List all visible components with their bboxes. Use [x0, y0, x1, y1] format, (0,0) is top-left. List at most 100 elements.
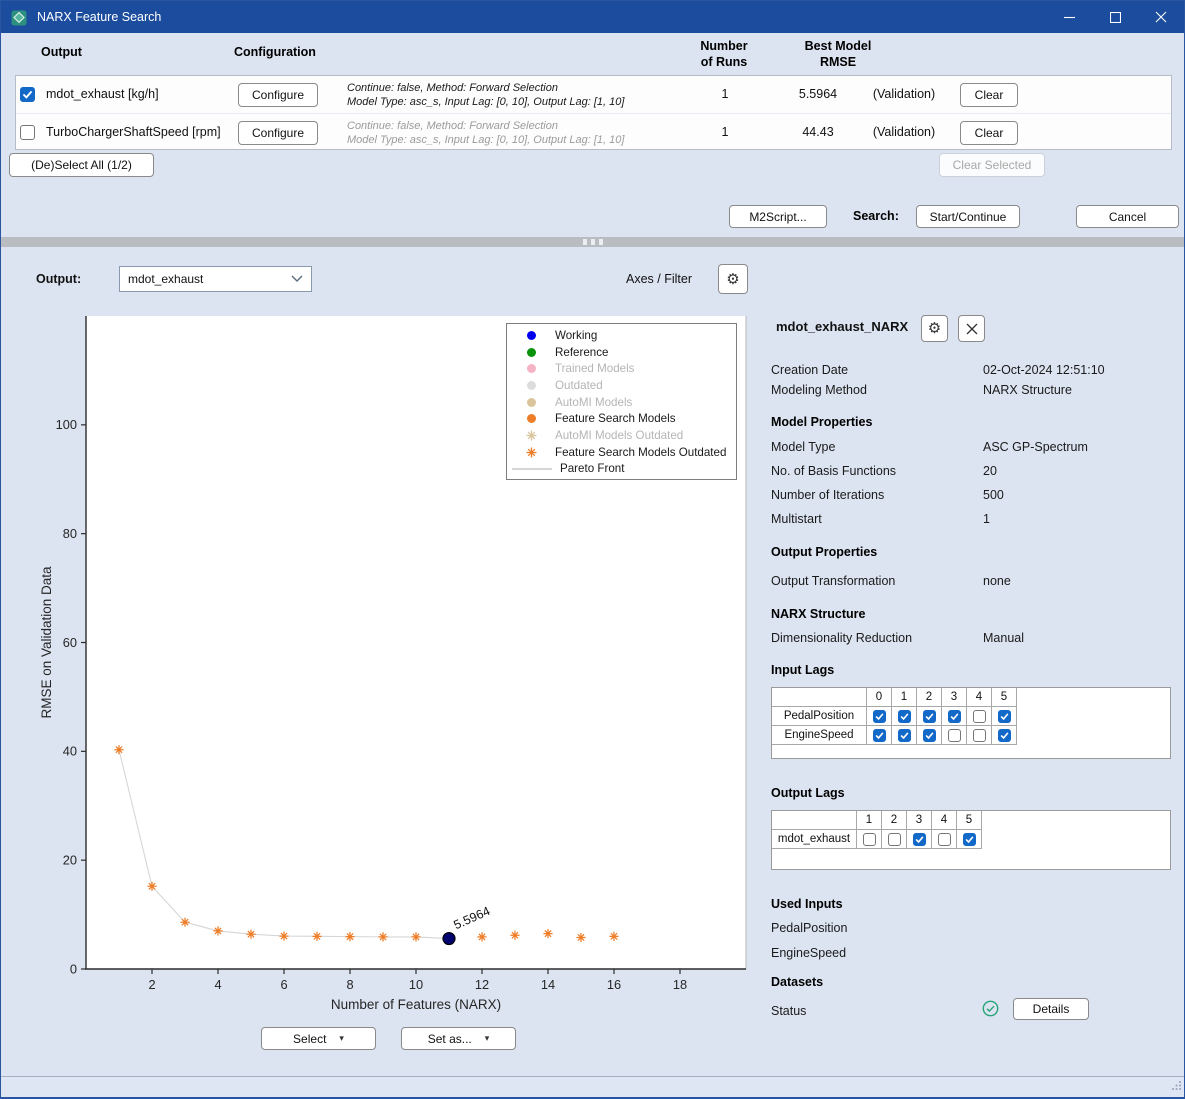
app-icon	[11, 9, 28, 26]
model-point[interactable]	[609, 932, 618, 941]
property-value: 20	[983, 464, 997, 478]
lag-cell	[992, 707, 1017, 726]
lag-checkbox[interactable]	[913, 833, 926, 846]
legend-entry: Working	[507, 327, 736, 344]
model-point[interactable]	[345, 932, 354, 941]
output-row-checkbox[interactable]	[20, 125, 35, 140]
section-heading: NARX Structure	[771, 607, 865, 621]
minimize-button[interactable]	[1046, 1, 1092, 33]
output-name: TurboChargerShaftSpeed [rpm]	[46, 114, 221, 151]
set-as-dropdown-button[interactable]: Set as... ▾	[401, 1027, 516, 1050]
maximize-button[interactable]	[1092, 1, 1138, 33]
model-point[interactable]	[114, 745, 123, 754]
legend-entry: AutoMI Models	[507, 394, 736, 411]
close-button[interactable]	[1138, 1, 1184, 33]
model-point[interactable]	[576, 933, 585, 942]
gear-icon: ⚙	[726, 272, 739, 287]
panel-settings-button[interactable]: ⚙	[921, 315, 948, 342]
lag-column-header: 4	[967, 688, 992, 707]
best-model-rmse: 44.43	[778, 114, 858, 151]
cancel-button[interactable]: Cancel	[1076, 205, 1179, 228]
column-header-output: Output	[41, 45, 82, 59]
model-point[interactable]	[279, 931, 288, 940]
model-point[interactable]	[510, 931, 519, 940]
y-tick-label: 60	[63, 635, 77, 650]
x-tick-label: 14	[541, 977, 555, 992]
clear-selected-button[interactable]: Clear Selected	[939, 153, 1045, 177]
configure-button[interactable]: Configure	[238, 83, 318, 107]
legend-entry: Outdated	[507, 377, 736, 394]
lag-checkbox[interactable]	[948, 710, 961, 723]
configure-button[interactable]: Configure	[238, 121, 318, 145]
lag-checkbox[interactable]	[873, 710, 886, 723]
config-line-1: Continue: false, Method: Forward Selecti…	[347, 119, 624, 133]
lag-checkbox[interactable]	[998, 710, 1011, 723]
lag-checkbox[interactable]	[963, 833, 976, 846]
output-select-dropdown[interactable]: mdot_exhaust	[119, 266, 312, 292]
clear-button[interactable]: Clear	[960, 121, 1018, 145]
property-value: ASC GP-Spectrum	[983, 440, 1088, 454]
working-model-point[interactable]	[443, 933, 455, 945]
column-header-runs: Number of Runs	[681, 38, 767, 70]
model-point[interactable]	[543, 929, 552, 938]
model-point[interactable]	[411, 932, 420, 941]
lag-cell	[917, 726, 942, 745]
circle-marker-icon	[507, 331, 555, 340]
select-dropdown-button[interactable]: Select ▾	[261, 1027, 376, 1050]
model-point[interactable]	[477, 932, 486, 941]
chevron-down-icon	[291, 272, 303, 286]
x-tick-label: 6	[280, 977, 287, 992]
deselect-all-button[interactable]: (De)Select All (1/2)	[9, 153, 154, 177]
legend-entry: Pareto Front	[507, 461, 736, 478]
lag-cell	[867, 726, 892, 745]
lag-checkbox[interactable]	[998, 729, 1011, 742]
property-label: Creation Date	[771, 363, 848, 377]
lag-column-header: 5	[992, 688, 1017, 707]
lag-checkbox[interactable]	[898, 729, 911, 742]
lag-checkbox[interactable]	[873, 729, 886, 742]
lag-checkbox[interactable]	[898, 710, 911, 723]
legend-entry: AutoMI Models Outdated	[507, 427, 736, 444]
resize-grip[interactable]	[1171, 1078, 1182, 1096]
section-heading: Datasets	[771, 975, 823, 989]
output-lags-table: 12345mdot_exhaust	[771, 810, 1171, 870]
model-point[interactable]	[246, 930, 255, 939]
m2script-button[interactable]: M2Script...	[729, 205, 827, 228]
model-point[interactable]	[312, 932, 321, 941]
property-value: 1	[983, 512, 990, 526]
panel-close-button[interactable]	[958, 315, 985, 342]
legend-entry: Reference	[507, 344, 736, 361]
clear-button[interactable]: Clear	[960, 83, 1018, 107]
splitter-handle[interactable]	[1, 237, 1184, 247]
model-point[interactable]	[213, 926, 222, 935]
lag-checkbox[interactable]	[923, 710, 936, 723]
start-continue-button[interactable]: Start/Continue	[916, 205, 1020, 228]
details-button[interactable]: Details	[1013, 998, 1089, 1020]
x-tick-label: 16	[607, 977, 621, 992]
config-summary: Continue: false, Method: Forward Selecti…	[347, 81, 624, 109]
axes-filter-settings-button[interactable]: ⚙	[718, 264, 748, 294]
y-tick-label: 100	[56, 417, 77, 432]
lag-cell	[892, 707, 917, 726]
lag-column-header: 1	[857, 811, 882, 830]
number-of-runs: 1	[682, 76, 768, 113]
model-point[interactable]	[378, 932, 387, 941]
lag-checkbox[interactable]	[938, 833, 951, 846]
output-row-checkbox[interactable]	[20, 87, 35, 102]
lag-column-header: 3	[907, 811, 932, 830]
lag-checkbox[interactable]	[863, 833, 876, 846]
property-label: Model Type	[771, 440, 835, 454]
legend-label: Reference	[555, 346, 609, 359]
lag-cell	[992, 726, 1017, 745]
lag-checkbox[interactable]	[973, 710, 986, 723]
lag-checkbox[interactable]	[948, 729, 961, 742]
lag-checkbox[interactable]	[888, 833, 901, 846]
legend-label: Outdated	[555, 379, 603, 392]
input-lags-table: 012345PedalPositionEngineSpeed	[771, 687, 1171, 759]
lag-checkbox[interactable]	[923, 729, 936, 742]
window-title: NARX Feature Search	[37, 10, 161, 24]
lag-cell	[867, 707, 892, 726]
lag-checkbox[interactable]	[973, 729, 986, 742]
panel-title: mdot_exhaust_NARX	[776, 319, 908, 334]
narx-feature-search-window: NARX Feature Search Output Configuration…	[0, 0, 1185, 1099]
